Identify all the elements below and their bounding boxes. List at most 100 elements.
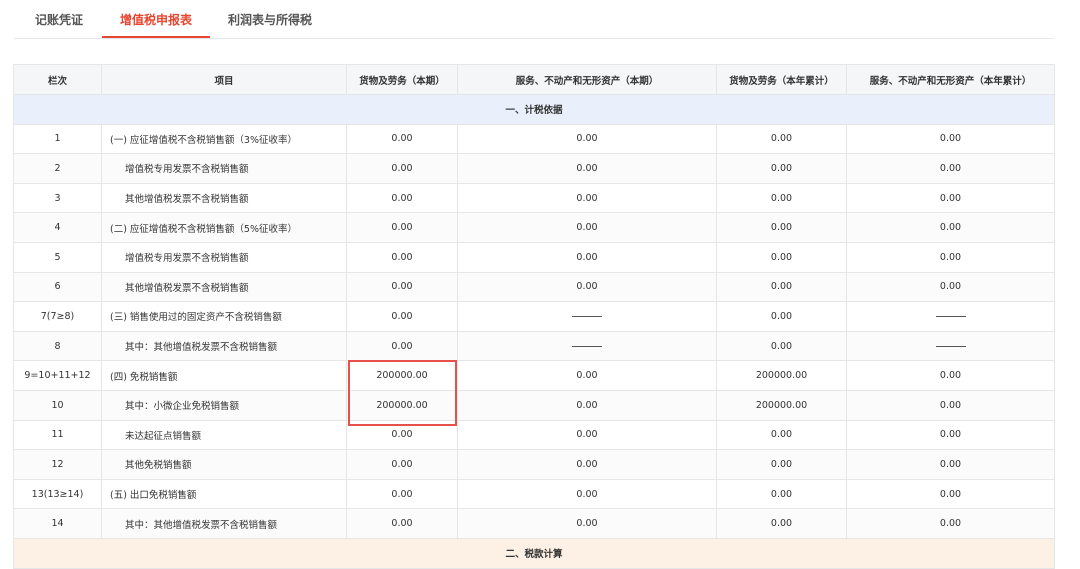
item-cell: 其他增值税发票不含税销售额: [101, 271, 347, 303]
line-no-cell: 6: [13, 271, 102, 303]
goods-current-cell[interactable]: 0.00: [346, 182, 458, 214]
services-ytd-cell[interactable]: 0.00: [846, 123, 1055, 155]
services-current-cell[interactable]: 0.00: [457, 449, 717, 480]
line-no-cell: 1: [13, 123, 102, 155]
table-row: 4 (二) 应征增值税不含税销售额（5%征收率） 0.00 0.00 0.00 0.00: [13, 212, 1055, 243]
services-current-cell[interactable]: 0.00: [457, 153, 717, 184]
services-current-cell[interactable]: 0.00: [457, 271, 717, 303]
services-ytd-cell[interactable]: 0.00: [846, 478, 1055, 510]
item-cell: 增值税专用发票不含税销售额: [101, 241, 347, 273]
services-ytd-cell[interactable]: 0.00: [846, 389, 1055, 421]
item-cell: 其中：其他增值税发票不含税销售额: [101, 508, 347, 539]
section-title: 二、税款计算: [13, 537, 1055, 569]
table-row: 8 其中：其他增值税发票不含税销售额 0.00 0.00: [13, 330, 1055, 362]
services-ytd-cell[interactable]: 0.00: [846, 153, 1055, 184]
goods-current-cell[interactable]: 0.00: [346, 508, 458, 539]
services-ytd-cell[interactable]: 0.00: [846, 360, 1055, 391]
goods-current-cell[interactable]: 0.00: [346, 419, 458, 451]
item-cell: (二) 应征增值税不含税销售额（5%征收率）: [101, 212, 347, 243]
vat-return-table: 栏次 项目 货物及劳务（本期） 服务、不动产和无形资产（本期） 货物及劳务（本年…: [13, 64, 1055, 569]
not-applicable-dash: [935, 315, 966, 317]
line-no-cell: 5: [13, 241, 102, 273]
item-cell: 未达起征点销售额: [101, 419, 347, 451]
goods-ytd-cell[interactable]: 0.00: [716, 123, 847, 155]
services-current-cell: [457, 330, 717, 362]
services-current-cell[interactable]: 0.00: [457, 508, 717, 539]
item-cell: 其他增值税发票不含税销售额: [101, 182, 347, 214]
report-tabs: 记账凭证 增值税申报表 利润表与所得税: [14, 0, 1054, 39]
goods-ytd-cell[interactable]: 0.00: [716, 182, 847, 214]
goods-current-cell[interactable]: 0.00: [346, 271, 458, 303]
goods-current-cell[interactable]: 0.00: [346, 212, 458, 243]
header-item: 项目: [101, 64, 347, 95]
tab-voucher[interactable]: 记账凭证: [32, 0, 86, 37]
goods-ytd-cell[interactable]: 0.00: [716, 241, 847, 273]
goods-current-cell[interactable]: 0.00: [346, 330, 458, 362]
services-ytd-cell[interactable]: 0.00: [846, 419, 1055, 451]
goods-current-cell[interactable]: 0.00: [346, 153, 458, 184]
header-services-current: 服务、不动产和无形资产（本期）: [457, 64, 717, 95]
goods-current-cell[interactable]: 200000.00: [346, 389, 458, 421]
goods-ytd-cell[interactable]: 0.00: [716, 449, 847, 480]
table-row: 2 增值税专用发票不含税销售额 0.00 0.00 0.00 0.00: [13, 153, 1055, 184]
line-no-cell: 7(7≥8): [13, 301, 102, 332]
table-row: 10 其中：小微企业免税销售额 200000.00 0.00 200000.00 0.00: [13, 389, 1055, 421]
services-ytd-cell[interactable]: 0.00: [846, 182, 1055, 214]
goods-ytd-cell[interactable]: 0.00: [716, 212, 847, 243]
item-cell: 增值税专用发票不含税销售额: [101, 153, 347, 184]
services-current-cell[interactable]: 0.00: [457, 241, 717, 273]
services-current-cell[interactable]: 0.00: [457, 212, 717, 243]
line-no-cell: 14: [13, 508, 102, 539]
services-current-cell[interactable]: 0.00: [457, 182, 717, 214]
not-applicable-dash: [572, 345, 602, 347]
services-current-cell[interactable]: 0.00: [457, 478, 717, 510]
item-cell: (五) 出口免税销售额: [101, 478, 347, 510]
goods-current-cell[interactable]: 0.00: [346, 449, 458, 480]
header-goods-ytd: 货物及劳务（本年累计）: [716, 64, 847, 95]
table-row: 6 其他增值税发票不含税销售额 0.00 0.00 0.00 0.00: [13, 271, 1055, 303]
services-ytd-cell[interactable]: 0.00: [846, 212, 1055, 243]
table-row: 9=10+11+12 (四) 免税销售额 200000.00 0.00 200000.0…: [13, 360, 1055, 391]
services-ytd-cell[interactable]: 0.00: [846, 241, 1055, 273]
goods-ytd-cell[interactable]: 0.00: [716, 301, 847, 332]
tab-profit-income-tax[interactable]: 利润表与所得税: [227, 0, 313, 37]
services-current-cell[interactable]: 0.00: [457, 389, 717, 421]
goods-ytd-cell[interactable]: 0.00: [716, 153, 847, 184]
services-ytd-cell[interactable]: 0.00: [846, 508, 1055, 539]
goods-ytd-cell[interactable]: 0.00: [716, 271, 847, 303]
services-ytd-cell[interactable]: 0.00: [846, 449, 1055, 480]
item-cell: (三) 销售使用过的固定资产不含税销售额: [101, 301, 347, 332]
services-ytd-cell: [846, 330, 1055, 362]
table-row: 12 其他免税销售额 0.00 0.00 0.00 0.00: [13, 449, 1055, 480]
goods-ytd-cell[interactable]: 200000.00: [716, 360, 847, 391]
line-no-cell: 10: [13, 389, 102, 421]
goods-ytd-cell[interactable]: 200000.00: [716, 389, 847, 421]
line-no-cell: 13(13≥14): [13, 478, 102, 510]
goods-ytd-cell[interactable]: 0.00: [716, 330, 847, 362]
line-no-cell: 4: [13, 212, 102, 243]
table-row: 1 (一) 应征增值税不含税销售额（3%征收率） 0.00 0.00 0.00 0.00: [13, 123, 1055, 155]
goods-current-cell[interactable]: 0.00: [346, 301, 458, 332]
services-current-cell[interactable]: 0.00: [457, 123, 717, 155]
goods-current-cell[interactable]: 200000.00: [346, 360, 458, 391]
goods-current-cell[interactable]: 0.00: [346, 478, 458, 510]
goods-current-cell[interactable]: 0.00: [346, 123, 458, 155]
goods-ytd-cell[interactable]: 0.00: [716, 419, 847, 451]
services-current-cell[interactable]: 0.00: [457, 419, 717, 451]
goods-current-cell[interactable]: 0.00: [346, 241, 458, 273]
services-current-cell: [457, 301, 717, 332]
table-row: 14 其中：其他增值税发票不含税销售额 0.00 0.00 0.00 0.00: [13, 508, 1055, 539]
goods-ytd-cell[interactable]: 0.00: [716, 478, 847, 510]
services-ytd-cell: [846, 301, 1055, 332]
tab-vat-return[interactable]: 增值税申报表: [102, 0, 210, 38]
header-line-no: 栏次: [13, 64, 102, 95]
header-services-ytd: 服务、不动产和无形资产（本年累计）: [846, 64, 1055, 95]
table-row: 5 增值税专用发票不含税销售额 0.00 0.00 0.00 0.00: [13, 241, 1055, 273]
section-row-tax-calculation: 二、税款计算: [13, 537, 1055, 569]
table-row: 7(7≥8) (三) 销售使用过的固定资产不含税销售额 0.00 0.00: [13, 301, 1055, 332]
services-ytd-cell[interactable]: 0.00: [846, 271, 1055, 303]
line-no-cell: 12: [13, 449, 102, 480]
services-current-cell[interactable]: 0.00: [457, 360, 717, 391]
line-no-cell: 11: [13, 419, 102, 451]
goods-ytd-cell[interactable]: 0.00: [716, 508, 847, 539]
